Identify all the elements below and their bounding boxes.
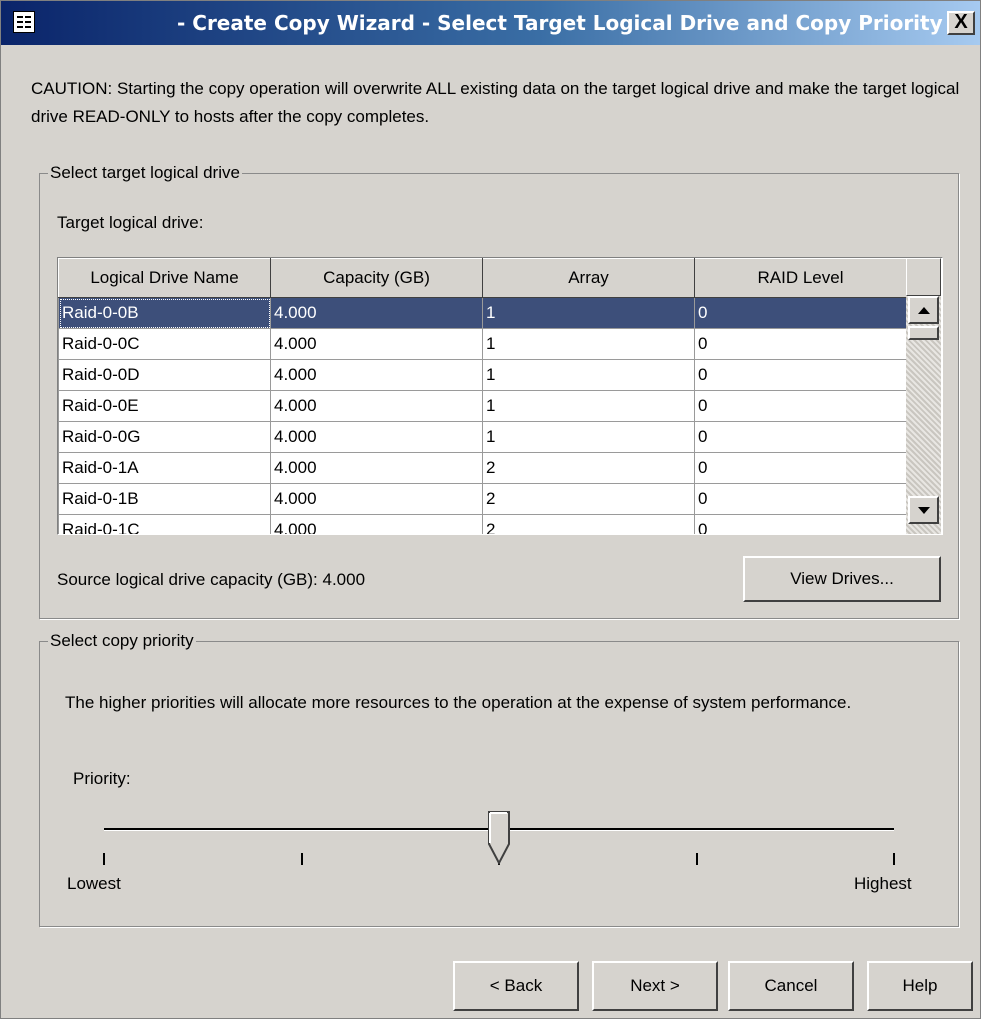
cell-name: Raid-0-0C bbox=[58, 328, 271, 360]
cell-name: Raid-0-0D bbox=[58, 359, 271, 391]
scroll-up-button[interactable] bbox=[908, 296, 939, 324]
cell-name: Raid-0-0G bbox=[58, 421, 271, 453]
priority-description: The higher priorities will allocate more… bbox=[65, 693, 852, 712]
scroll-down-button[interactable] bbox=[908, 496, 939, 524]
table-row[interactable]: Raid-0-0D 4.000 1 0 bbox=[58, 359, 907, 391]
copy-priority-group: Select copy priority bbox=[39, 631, 959, 927]
target-drive-table: Logical Drive Name Capacity (GB) Array R… bbox=[57, 257, 943, 535]
cell-capacity: 4.000 bbox=[270, 390, 483, 422]
source-capacity-text: Source logical drive capacity (GB): 4.00… bbox=[57, 570, 366, 589]
cell-array: 1 bbox=[482, 421, 695, 453]
cell-raid-level: 0 bbox=[694, 483, 907, 515]
cell-capacity: 4.000 bbox=[270, 297, 483, 329]
cell-raid-level: 0 bbox=[694, 452, 907, 484]
column-header-logical-drive-name[interactable]: Logical Drive Name bbox=[58, 258, 271, 298]
help-button[interactable]: Help bbox=[867, 961, 973, 1011]
slider-min-label: Lowest bbox=[67, 874, 121, 893]
view-drives-button[interactable]: View Drives... bbox=[743, 556, 941, 602]
cell-capacity: 4.000 bbox=[270, 514, 483, 534]
close-button[interactable]: X bbox=[947, 11, 975, 35]
next-button[interactable]: Next > bbox=[592, 961, 718, 1011]
table-row[interactable]: Raid-0-0E 4.000 1 0 bbox=[58, 390, 907, 422]
cell-raid-level: 0 bbox=[694, 390, 907, 422]
app-grid-icon bbox=[13, 11, 35, 33]
target-drive-label: Target logical drive: bbox=[57, 213, 204, 232]
cell-capacity: 4.000 bbox=[270, 359, 483, 391]
slider-tick bbox=[103, 853, 105, 865]
cell-array: 1 bbox=[482, 359, 695, 391]
copy-priority-group-label: Select copy priority bbox=[50, 631, 194, 650]
cancel-button[interactable]: Cancel bbox=[728, 961, 854, 1011]
slider-tick bbox=[696, 853, 698, 865]
slider-tick bbox=[301, 853, 303, 865]
column-header-capacity[interactable]: Capacity (GB) bbox=[270, 258, 483, 298]
slider-thumb[interactable] bbox=[487, 811, 513, 867]
cell-raid-level: 0 bbox=[694, 514, 907, 534]
vertical-scrollbar[interactable] bbox=[906, 296, 941, 534]
cell-capacity: 4.000 bbox=[270, 328, 483, 360]
scroll-thumb[interactable] bbox=[908, 326, 939, 340]
cell-array: 1 bbox=[482, 297, 695, 329]
create-copy-wizard-dialog: - Create Copy Wizard - Select Target Log… bbox=[0, 0, 981, 1019]
table-row[interactable]: Raid-0-0C 4.000 1 0 bbox=[58, 328, 907, 360]
table-row[interactable]: Raid-0-1A 4.000 2 0 bbox=[58, 452, 907, 484]
cell-name: Raid-0-1C bbox=[58, 514, 271, 534]
cell-array: 2 bbox=[482, 483, 695, 515]
table-row[interactable]: Raid-0-1C 4.000 2 0 bbox=[58, 514, 907, 534]
cell-array: 2 bbox=[482, 514, 695, 534]
arrow-up-icon bbox=[918, 307, 930, 314]
back-button[interactable]: < Back bbox=[453, 961, 579, 1011]
table-row[interactable]: Raid-0-1B 4.000 2 0 bbox=[58, 483, 907, 515]
caution-message: CAUTION: Starting the copy operation wil… bbox=[31, 79, 960, 126]
cell-array: 1 bbox=[482, 390, 695, 422]
cell-array: 1 bbox=[482, 328, 695, 360]
header-corner bbox=[906, 258, 941, 296]
cell-array: 2 bbox=[482, 452, 695, 484]
arrow-down-icon bbox=[918, 507, 930, 514]
cell-raid-level: 0 bbox=[694, 359, 907, 391]
cell-name: Raid-0-0E bbox=[58, 390, 271, 422]
slider-max-label: Highest bbox=[854, 874, 912, 893]
cell-name: Raid-0-1B bbox=[58, 483, 271, 515]
cell-raid-level: 0 bbox=[694, 328, 907, 360]
cell-capacity: 4.000 bbox=[270, 421, 483, 453]
priority-label: Priority: bbox=[73, 769, 131, 788]
table-row[interactable]: Raid-0-0B 4.000 1 0 bbox=[58, 297, 907, 329]
cell-name: Raid-0-0B bbox=[58, 297, 271, 329]
title-bar: - Create Copy Wizard - Select Target Log… bbox=[1, 1, 980, 45]
cell-capacity: 4.000 bbox=[270, 452, 483, 484]
cell-capacity: 4.000 bbox=[270, 483, 483, 515]
cell-raid-level: 0 bbox=[694, 421, 907, 453]
table-row[interactable]: Raid-0-0G 4.000 1 0 bbox=[58, 421, 907, 453]
window-title: - Create Copy Wizard - Select Target Log… bbox=[177, 11, 943, 35]
slider-tick bbox=[893, 853, 895, 865]
target-drive-group-label: Select target logical drive bbox=[50, 163, 240, 182]
column-header-array[interactable]: Array bbox=[482, 258, 695, 298]
column-header-raid-level[interactable]: RAID Level bbox=[694, 258, 907, 298]
cell-name: Raid-0-1A bbox=[58, 452, 271, 484]
cell-raid-level: 0 bbox=[694, 297, 907, 329]
